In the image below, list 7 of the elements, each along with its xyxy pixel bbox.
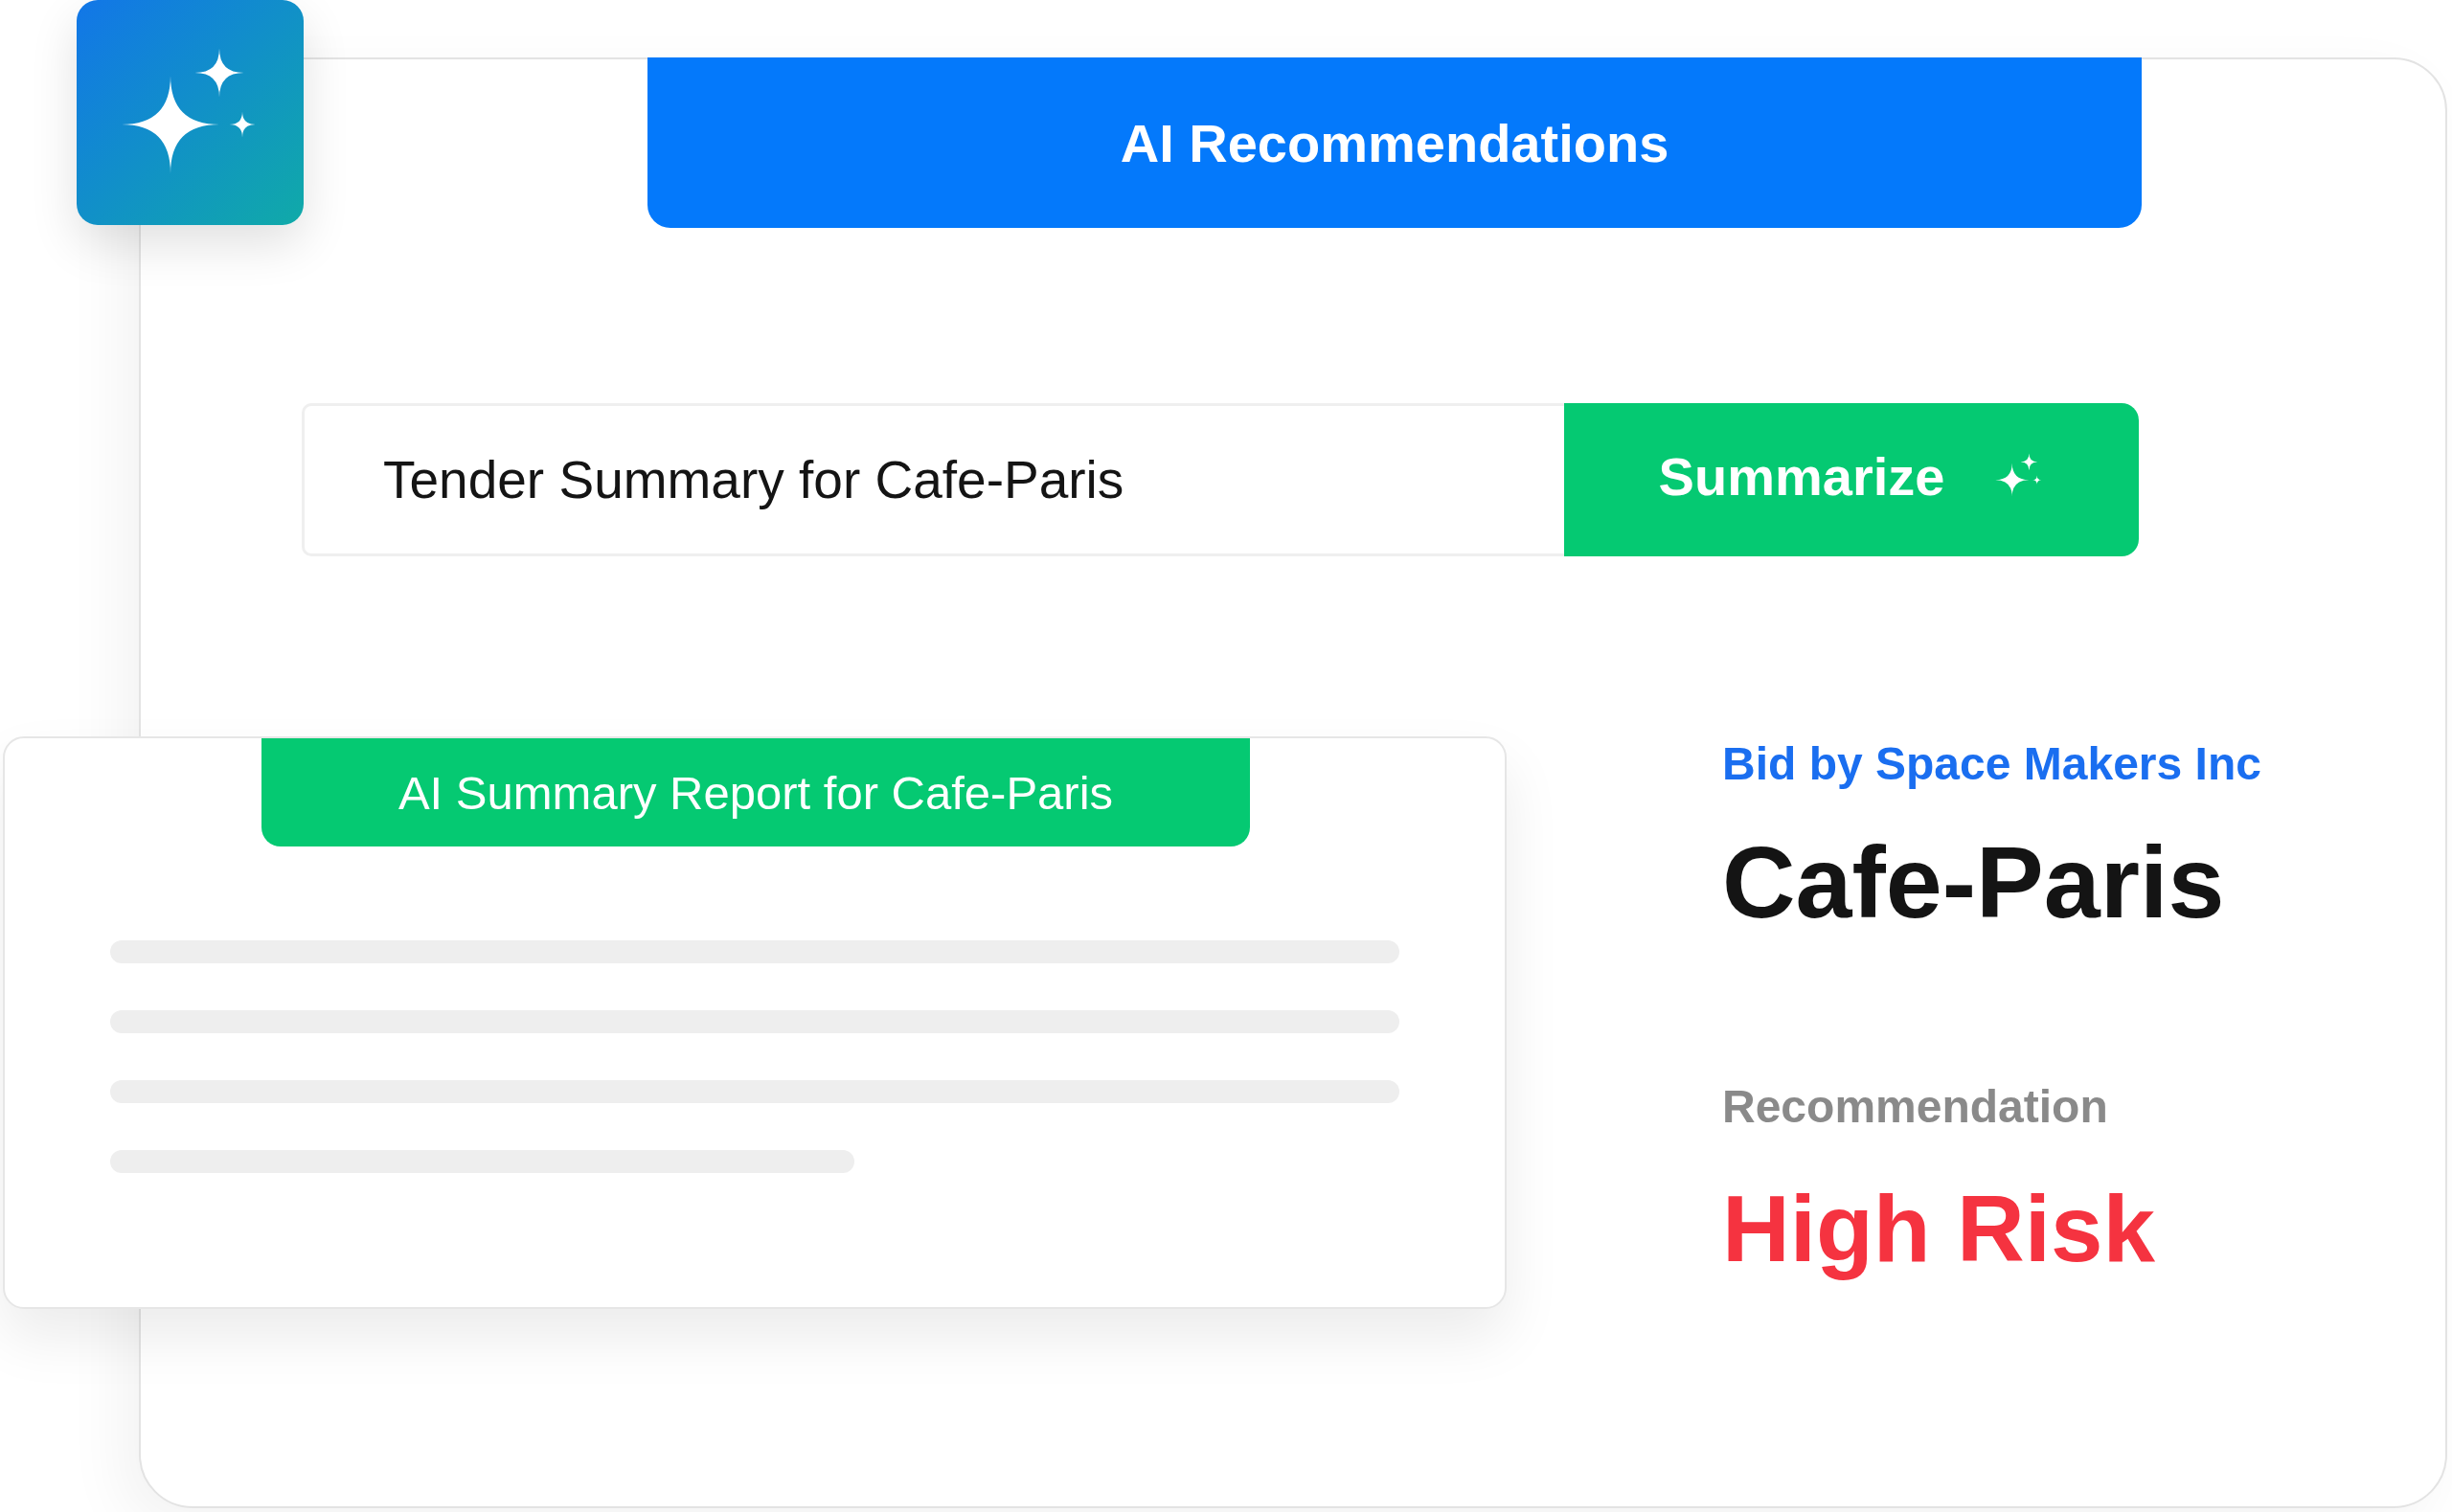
report-title: AI Summary Report for Cafe-Paris [261, 738, 1250, 846]
project-name: Cafe-Paris [1722, 824, 2226, 940]
bidder-name: Bid by Space Makers Inc [1722, 737, 2261, 790]
header-banner: AI Recommendations [647, 57, 2142, 228]
recommendation-label: Recommendation [1722, 1080, 2109, 1133]
search-field[interactable]: Tender Summary for Cafe-Paris [302, 403, 1564, 556]
recommendation-value: High Risk [1722, 1175, 2156, 1283]
